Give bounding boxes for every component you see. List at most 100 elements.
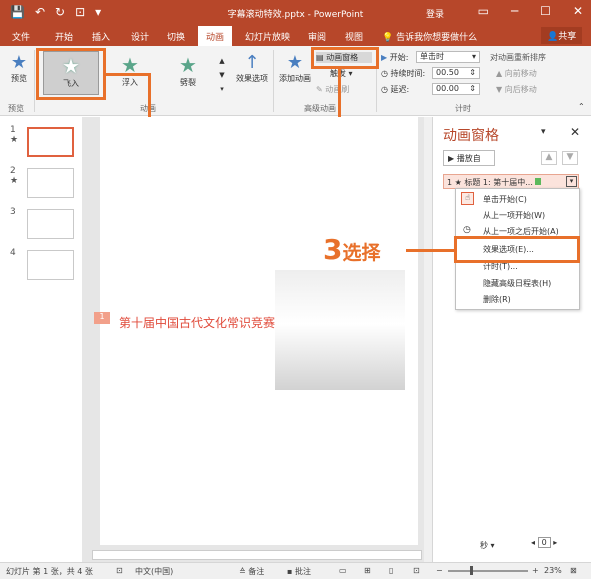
duration-input[interactable]: 00.50 ⇕ xyxy=(432,67,480,79)
slide-thumbnail-2[interactable] xyxy=(27,168,74,198)
slide-thumbnail-3[interactable] xyxy=(27,209,74,239)
slide-thumbnail-4[interactable] xyxy=(27,250,74,280)
slide[interactable]: 1 第十届中国古代文化常识竞赛 xyxy=(94,117,418,545)
split-label: 劈裂 xyxy=(180,78,196,87)
annotation-number-3: 3 xyxy=(323,233,343,266)
ribbon-tabs: 文件 开始 插入 设计 切换 动画 幻灯片放映 审阅 视图 💡 告诉我你想要做什… xyxy=(0,26,591,46)
trigger-button[interactable]: 触发 ▾ xyxy=(330,68,353,79)
add-animation-label: 添加动画 xyxy=(279,74,311,83)
delay-input[interactable]: 00.00 ⇕ xyxy=(432,83,480,95)
slide-thumbnail-1[interactable] xyxy=(27,127,74,157)
normal-view-icon[interactable]: ▭ xyxy=(339,566,347,575)
thumb-number: 2 ★ xyxy=(10,166,18,186)
tab-file[interactable]: 文件 xyxy=(12,30,30,43)
thumb-number: 3 xyxy=(10,207,16,217)
move-earlier-button[interactable]: ▲ 向前移动 xyxy=(496,68,537,79)
gallery-scroll[interactable]: ▲ ▼ ▾ xyxy=(216,54,228,96)
move-down-icon[interactable]: ▼ xyxy=(562,151,578,165)
menu-start-on-click[interactable]: 单击开始(C) xyxy=(483,194,527,205)
annotation-line-1 xyxy=(106,73,150,76)
preview-button[interactable]: ★ 预览 xyxy=(6,52,32,84)
tab-view[interactable]: 视图 xyxy=(345,30,363,43)
zoom-level[interactable]: 23% xyxy=(544,566,562,575)
comments-label: 批注 xyxy=(294,567,311,576)
spellcheck-icon[interactable]: ⊡ xyxy=(116,566,123,575)
tab-insert[interactable]: 插入 xyxy=(92,30,110,43)
add-animation-button[interactable]: ★ 添加动画 xyxy=(277,52,313,84)
tab-slideshow[interactable]: 幻灯片放映 xyxy=(245,30,290,43)
group-label-preview: 预览 xyxy=(8,104,24,113)
zoom-thumb[interactable] xyxy=(470,566,473,575)
seconds-label: 秒 xyxy=(480,541,488,550)
annotation-box-3 xyxy=(454,236,580,263)
thumb-number: 1 ★ xyxy=(10,125,18,145)
reorder-label: 对动画重新排序 xyxy=(490,53,546,62)
menu-start-with-previous[interactable]: 从上一项开始(W) xyxy=(483,210,545,221)
thumb-number: 4 xyxy=(10,248,16,258)
start-select[interactable]: 单击时 ▾ xyxy=(416,51,480,63)
vertical-scrollbar[interactable] xyxy=(424,117,432,562)
reading-view-icon[interactable]: ▯ xyxy=(389,566,393,575)
slide-title[interactable]: 第十届中国古代文化常识竞赛 xyxy=(119,314,275,331)
tab-review[interactable]: 审阅 xyxy=(308,30,326,43)
zoom-out-icon[interactable]: − xyxy=(436,566,443,575)
animation-item-number: 1 xyxy=(447,178,453,187)
notes-button[interactable]: ≙ 备注 xyxy=(239,566,264,577)
group-label-timing: 计时 xyxy=(455,104,471,113)
float-in-label: 浮入 xyxy=(122,78,138,87)
animation-tag: 1 xyxy=(94,312,110,324)
slide-sorter-icon[interactable]: ⊞ xyxy=(364,566,371,575)
duration-label-text: 持续时间: xyxy=(390,69,426,78)
zoom-slider[interactable] xyxy=(448,570,528,572)
tell-me-box[interactable]: 💡 告诉我你想要做什么 xyxy=(382,30,477,43)
chevron-down-icon: ▾ xyxy=(471,52,476,61)
spinner-icon: ⇕ xyxy=(469,68,476,77)
thumb-number-4: 4 xyxy=(10,248,16,258)
language[interactable]: 中文(中国) xyxy=(135,566,173,577)
delay-label-text: 延迟: xyxy=(390,85,410,94)
animation-list-item[interactable]: 1 ★ 标题 1: 第十届中... ▾ xyxy=(443,174,579,189)
maximize-icon[interactable]: ☐ xyxy=(540,4,551,18)
timeline-page: 0 xyxy=(537,537,551,548)
seconds-dropdown[interactable]: 秒 ▾ xyxy=(480,540,495,551)
menu-remove[interactable]: 删除(R) xyxy=(483,294,511,305)
play-from-button[interactable]: ▶ 播放自 xyxy=(443,150,495,166)
move-up-icon[interactable]: ▲ xyxy=(541,151,557,165)
horizontal-scrollbar[interactable] xyxy=(92,550,422,560)
comments-button[interactable]: ▪ 批注 xyxy=(287,566,311,577)
group-divider xyxy=(273,50,274,112)
animation-split[interactable]: ★ 劈裂 xyxy=(160,51,216,95)
tab-home[interactable]: 开始 xyxy=(55,30,73,43)
menu-hide-advanced-timeline[interactable]: 隐藏高级日程表(H) xyxy=(483,278,551,289)
slideshow-view-icon[interactable]: ⊡ xyxy=(413,566,420,575)
item-dropdown-icon[interactable]: ▾ xyxy=(566,176,577,187)
move-later-button[interactable]: ▼ 向后移动 xyxy=(496,84,537,95)
move-earlier-label: 向前移动 xyxy=(504,69,537,78)
collapse-ribbon-icon[interactable]: ⌃ xyxy=(578,102,585,111)
annotation-box-2 xyxy=(311,47,379,69)
tab-transitions[interactable]: 切换 xyxy=(167,30,185,43)
thumb-star-icon: ★ xyxy=(10,176,19,186)
ribbon-display-icon[interactable]: ▭ xyxy=(478,4,489,18)
tab-design[interactable]: 设计 xyxy=(131,30,149,43)
delay-label: ◷ 延迟: xyxy=(381,84,409,95)
share-button[interactable]: 👤共享 xyxy=(541,27,583,44)
effect-options-button[interactable]: ↑ 效果选项 xyxy=(232,52,272,84)
play-from-label: 播放自 xyxy=(456,154,481,163)
effect-options-label: 效果选项 xyxy=(236,74,268,83)
close-icon[interactable]: ✕ xyxy=(573,4,583,18)
tab-animations[interactable]: 动画 xyxy=(198,26,233,46)
animation-painter-button[interactable]: ✎ 动画刷 xyxy=(316,84,349,95)
animation-item-star-icon: ★ xyxy=(454,178,462,187)
pane-title: 动画窗格 xyxy=(443,128,499,144)
pane-close-icon[interactable]: ✕ xyxy=(570,125,580,139)
timeline-nav[interactable]: ◂ 0 ▸ xyxy=(531,537,557,548)
fit-slide-icon[interactable]: ⊠ xyxy=(570,566,577,575)
pane-options-icon[interactable]: ▾ xyxy=(541,127,546,137)
login-button[interactable]: 登录 xyxy=(426,7,444,20)
share-label: 共享 xyxy=(558,32,577,42)
slide-image xyxy=(275,270,405,390)
zoom-in-icon[interactable]: + xyxy=(532,566,539,575)
duration-label: ◷ 持续时间: xyxy=(381,68,425,79)
minimize-icon[interactable]: ─ xyxy=(511,4,518,18)
